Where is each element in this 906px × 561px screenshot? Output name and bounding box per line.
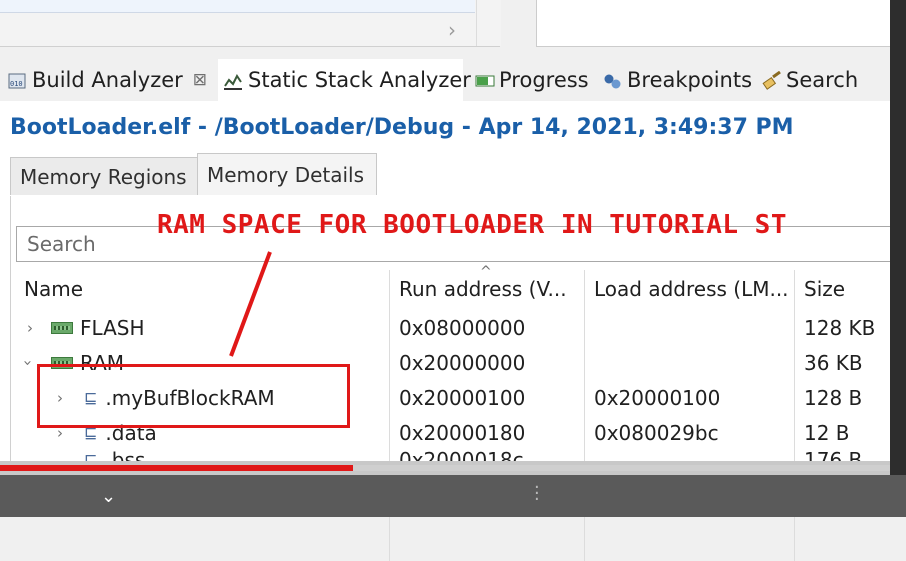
- upper-editor-panel: ›: [0, 0, 501, 47]
- tab-label: Progress: [499, 68, 589, 92]
- row-size: 36 KB: [804, 350, 863, 375]
- row-size: 176 B: [804, 447, 863, 462]
- scroll-right-icon[interactable]: ›: [448, 18, 456, 42]
- row-load-address: 0x20000100: [594, 385, 721, 410]
- tab-label: Search: [786, 68, 859, 92]
- memory-subtabs: Memory Regions Memory Details: [10, 153, 890, 197]
- row-name: .bss: [105, 447, 146, 462]
- progress-icon: [475, 71, 495, 89]
- vertical-scrollbar[interactable]: [476, 0, 501, 46]
- column-header-name[interactable]: Name: [24, 270, 83, 308]
- video-progress-fill: [0, 465, 353, 471]
- memory-region-icon: [51, 321, 73, 334]
- section-tree-icon: ⊑: [84, 450, 98, 461]
- tab-memory-regions[interactable]: Memory Regions: [10, 157, 198, 195]
- row-size: 12 B: [804, 420, 850, 445]
- row-size: 128 KB: [804, 315, 876, 340]
- video-control-bar: [0, 475, 906, 517]
- collapse-chevron-icon[interactable]: ›: [19, 360, 37, 366]
- tab-memory-details[interactable]: Memory Details: [197, 153, 377, 195]
- row-load-address: 0x080029bc: [594, 420, 719, 445]
- column-header-load-address[interactable]: Load address (LM...: [594, 270, 790, 308]
- row-size: 128 B: [804, 385, 863, 410]
- tab-breakpoints[interactable]: Breakpoints: [603, 59, 752, 101]
- table-row[interactable]: › FLASH 0x08000000 128 KB: [0, 310, 880, 345]
- row-run-address: 0x20000100: [399, 385, 526, 410]
- tab-label: Static Stack Analyzer: [248, 68, 471, 92]
- upper-panel-selection: [0, 0, 475, 13]
- search-icon: [762, 70, 781, 90]
- column-header-size[interactable]: Size: [804, 270, 845, 308]
- analyzer-title: BootLoader.elf - /BootLoader/Debug - Apr…: [10, 115, 794, 140]
- tab-build-analyzer[interactable]: 010 Build Analyzer ⊠: [8, 59, 207, 101]
- row-run-address: 0x08000000: [399, 315, 526, 340]
- build-analyzer-icon: 010: [8, 71, 26, 89]
- tab-search[interactable]: Search: [762, 59, 858, 101]
- breakpoints-icon: [603, 71, 621, 89]
- row-run-address: 0x20000180: [399, 420, 526, 445]
- expand-chevron-icon[interactable]: ›: [27, 319, 33, 337]
- sort-ascending-icon: ^: [480, 264, 492, 280]
- tab-label: Breakpoints: [627, 68, 753, 92]
- row-name: FLASH: [80, 315, 145, 340]
- annotation-text: RAM SPACE FOR BOOTLOADER IN TUTORIAL ST: [157, 210, 787, 240]
- panel-gap: [0, 47, 906, 59]
- drag-handle-icon[interactable]: · · ·: [534, 479, 540, 509]
- close-tab-icon[interactable]: ⊠: [193, 70, 207, 90]
- view-tab-bar: 010 Build Analyzer ⊠ Static Stack Analyz…: [0, 59, 890, 102]
- upper-right-panel: [536, 0, 891, 47]
- svg-text:010: 010: [10, 80, 23, 88]
- chevron-down-icon[interactable]: ⌄: [101, 486, 116, 507]
- tab-progress[interactable]: Progress: [475, 59, 589, 101]
- tab-static-stack-analyzer[interactable]: Static Stack Analyzer: [218, 59, 471, 101]
- stack-analyzer-icon: [224, 71, 242, 90]
- right-edge-frame: [890, 0, 906, 475]
- annotation-highlight-box: [37, 364, 350, 428]
- tab-label: Build Analyzer: [32, 68, 183, 92]
- table-row[interactable]: ⊑ .bss 0x2000018c 176 B: [0, 446, 880, 462]
- row-run-address: 0x20000000: [399, 350, 526, 375]
- row-run-address: 0x2000018c: [399, 447, 524, 462]
